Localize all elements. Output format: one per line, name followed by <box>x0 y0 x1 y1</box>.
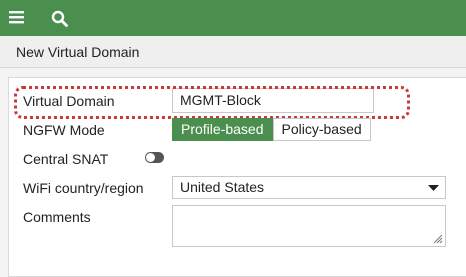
search-icon <box>51 10 68 27</box>
policy-based-option[interactable]: Policy-based <box>272 118 371 141</box>
search-button[interactable] <box>44 0 74 36</box>
virtual-domain-input[interactable]: MGMT-Block <box>172 88 374 113</box>
toggle-knob <box>146 153 155 162</box>
central-snat-label: Central SNAT <box>23 151 109 167</box>
comments-textarea[interactable] <box>172 205 446 247</box>
hamburger-menu-icon <box>9 11 24 24</box>
top-navigation-bar <box>0 0 466 36</box>
ngfw-mode-label: NGFW Mode <box>23 122 105 138</box>
profile-based-option[interactable]: Profile-based <box>172 118 273 141</box>
page-title: New Virtual Domain <box>16 44 140 60</box>
page-title-bar: New Virtual Domain <box>0 36 466 68</box>
wifi-country-label: WiFi country/region <box>23 180 144 196</box>
central-snat-toggle[interactable] <box>145 152 164 163</box>
resize-grip-icon[interactable] <box>433 234 443 244</box>
virtual-domain-label: Virtual Domain <box>23 93 115 109</box>
ngfw-mode-selector: Profile-based Policy-based <box>172 118 371 141</box>
wifi-country-select[interactable]: United States <box>172 176 446 199</box>
menu-button[interactable] <box>2 0 32 36</box>
wifi-country-value: United States <box>180 179 265 195</box>
comments-label: Comments <box>23 209 91 225</box>
chevron-down-icon <box>428 185 439 191</box>
